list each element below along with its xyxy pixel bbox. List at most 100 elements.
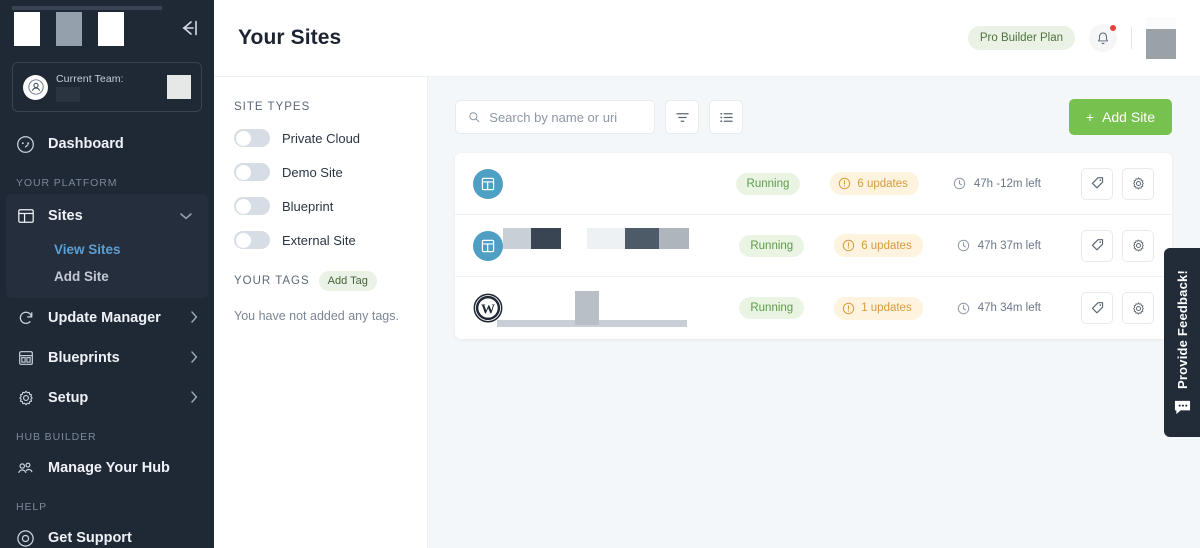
feedback-label: Provide Feedback! xyxy=(1174,269,1190,389)
updates-label: 6 updates xyxy=(857,177,908,190)
sidebar-item-get-support[interactable]: Get Support xyxy=(0,518,214,548)
status-badge: Running xyxy=(739,297,805,319)
wordpress-icon: W xyxy=(473,293,503,323)
time-left-label: 47h 34m left xyxy=(977,302,1041,314)
toggle-label: Private Cloud xyxy=(282,130,361,146)
status-badge: Running xyxy=(739,234,805,257)
toggle-demo-site[interactable] xyxy=(234,163,270,181)
toggle-external-site[interactable] xyxy=(234,231,270,249)
team-switch-avatar xyxy=(23,74,48,100)
sidebar-item-label: Get Support xyxy=(48,530,132,546)
sidebar-section-hub-builder: HUB BUILDER xyxy=(16,431,97,443)
toggle-knob xyxy=(235,164,251,180)
filter-demo-site[interactable]: Demo Site xyxy=(234,163,407,181)
site-layout-icon xyxy=(473,230,503,261)
arrow-left-collapse-icon xyxy=(182,20,197,36)
sidebar-item-view-sites[interactable]: View Sites xyxy=(6,236,208,263)
sidebar-item-label: Blueprints xyxy=(48,350,120,366)
provide-feedback-tab[interactable]: Provide Feedback! xyxy=(1164,248,1200,437)
search-input[interactable] xyxy=(489,109,642,125)
tag-button[interactable] xyxy=(1081,167,1113,200)
table-row[interactable]: Running 6 updates xyxy=(455,153,1172,215)
table-row[interactable]: W Running 1 updates 47h 34m left xyxy=(455,277,1172,339)
page-title: Your Sites xyxy=(238,26,342,49)
sidebar-item-setup[interactable]: Setup xyxy=(0,378,214,418)
list-view-button[interactable] xyxy=(709,100,743,134)
add-tag-button[interactable]: Add Tag xyxy=(318,271,377,291)
redaction-block xyxy=(659,227,689,249)
tag-icon xyxy=(1091,177,1103,189)
sidebar-item-label: Manage Your Hub xyxy=(48,460,170,476)
sidebar-item-label: Dashboard xyxy=(48,136,124,152)
bell-icon xyxy=(1097,32,1109,44)
filter-private-cloud[interactable]: Private Cloud xyxy=(234,129,407,147)
sidebar-item-blueprints[interactable]: Blueprints xyxy=(0,338,214,378)
filter-icon xyxy=(675,112,689,122)
clock-icon xyxy=(957,239,969,252)
notifications-button[interactable] xyxy=(1089,24,1117,52)
page-header: Your Sites Pro Builder Plan xyxy=(214,0,1200,77)
settings-button[interactable] xyxy=(1122,167,1154,200)
plan-badge: Pro Builder Plan xyxy=(967,26,1075,50)
logo-block-3 xyxy=(98,12,124,46)
time-left: 47h 34m left xyxy=(957,302,1041,315)
filter-blueprint[interactable]: Blueprint xyxy=(234,197,407,215)
toggle-knob xyxy=(235,130,251,146)
updates-badge[interactable]: 6 updates xyxy=(830,172,919,195)
sites-list: Running 6 updates 47h -12m left Running … xyxy=(455,153,1172,339)
site-name-redactions xyxy=(503,161,736,207)
sidebar-item-label: Update Manager xyxy=(48,310,161,326)
sidebar-nav: Dashboard YOUR PLATFORM Sites View Sites… xyxy=(0,124,214,548)
sidebar-section-platform: YOUR PLATFORM xyxy=(16,177,118,189)
sidebar-item-dashboard[interactable]: Dashboard xyxy=(0,124,214,164)
redaction-block xyxy=(587,227,625,249)
sidebar-item-add-site[interactable]: Add Site xyxy=(6,263,208,290)
tag-button[interactable] xyxy=(1081,229,1113,262)
updates-label: 6 updates xyxy=(861,239,912,252)
search-box[interactable] xyxy=(455,100,655,134)
updates-badge[interactable]: 6 updates xyxy=(834,234,923,257)
updates-badge[interactable]: 1 updates xyxy=(834,296,923,320)
settings-button[interactable] xyxy=(1122,229,1154,262)
avatar[interactable] xyxy=(1146,17,1176,59)
time-left: 47h 37m left xyxy=(957,239,1041,252)
team-info: Current Team: xyxy=(56,73,159,102)
team-thumbnail-redaction xyxy=(167,75,191,99)
row-actions xyxy=(1081,167,1154,200)
sidebar-group-sites: Sites View Sites Add Site xyxy=(6,194,208,298)
filter-external-site[interactable]: External Site xyxy=(234,231,407,249)
tag-icon xyxy=(1091,301,1103,313)
sidebar-collapse-button[interactable] xyxy=(176,16,200,40)
toggle-blueprint[interactable] xyxy=(234,197,270,215)
redaction-block xyxy=(575,291,599,325)
gauge-icon xyxy=(16,135,35,154)
sidebar-item-manage-your-hub[interactable]: Manage Your Hub xyxy=(0,448,214,488)
chevron-down-icon xyxy=(180,209,192,223)
chevron-right-icon xyxy=(190,350,198,366)
site-name-redactions xyxy=(503,223,739,269)
gear-icon xyxy=(1132,302,1144,314)
list-view-icon xyxy=(719,112,733,122)
sidebar-item-update-manager[interactable]: Update Manager xyxy=(0,298,214,338)
people-icon xyxy=(16,459,35,478)
main-area: Your Sites Pro Builder Plan SITE TYPES P… xyxy=(214,0,1200,548)
toggle-private-cloud[interactable] xyxy=(234,129,270,147)
add-site-button[interactable]: + Add Site xyxy=(1068,99,1172,135)
refresh-icon xyxy=(16,309,35,328)
svg-text:W: W xyxy=(481,301,495,317)
toggle-label: Demo Site xyxy=(282,164,343,180)
sidebar-section-help: HELP xyxy=(16,501,48,513)
filter-button[interactable] xyxy=(665,100,699,134)
header-actions: Pro Builder Plan xyxy=(967,17,1176,59)
blueprint-icon xyxy=(16,349,35,368)
current-team-card[interactable]: Current Team: xyxy=(12,62,202,112)
redaction-block xyxy=(503,227,531,249)
sidebar-item-label: Setup xyxy=(48,390,89,406)
chevron-right-icon xyxy=(190,310,198,326)
settings-button[interactable] xyxy=(1122,292,1154,324)
empty-tags-message: You have not added any tags. xyxy=(234,309,399,323)
tag-button[interactable] xyxy=(1081,292,1113,324)
sites-toolbar: + Add Site xyxy=(455,99,1172,135)
table-row[interactable]: Running 6 updates xyxy=(455,215,1172,277)
sidebar-item-sites[interactable]: Sites xyxy=(6,196,208,236)
